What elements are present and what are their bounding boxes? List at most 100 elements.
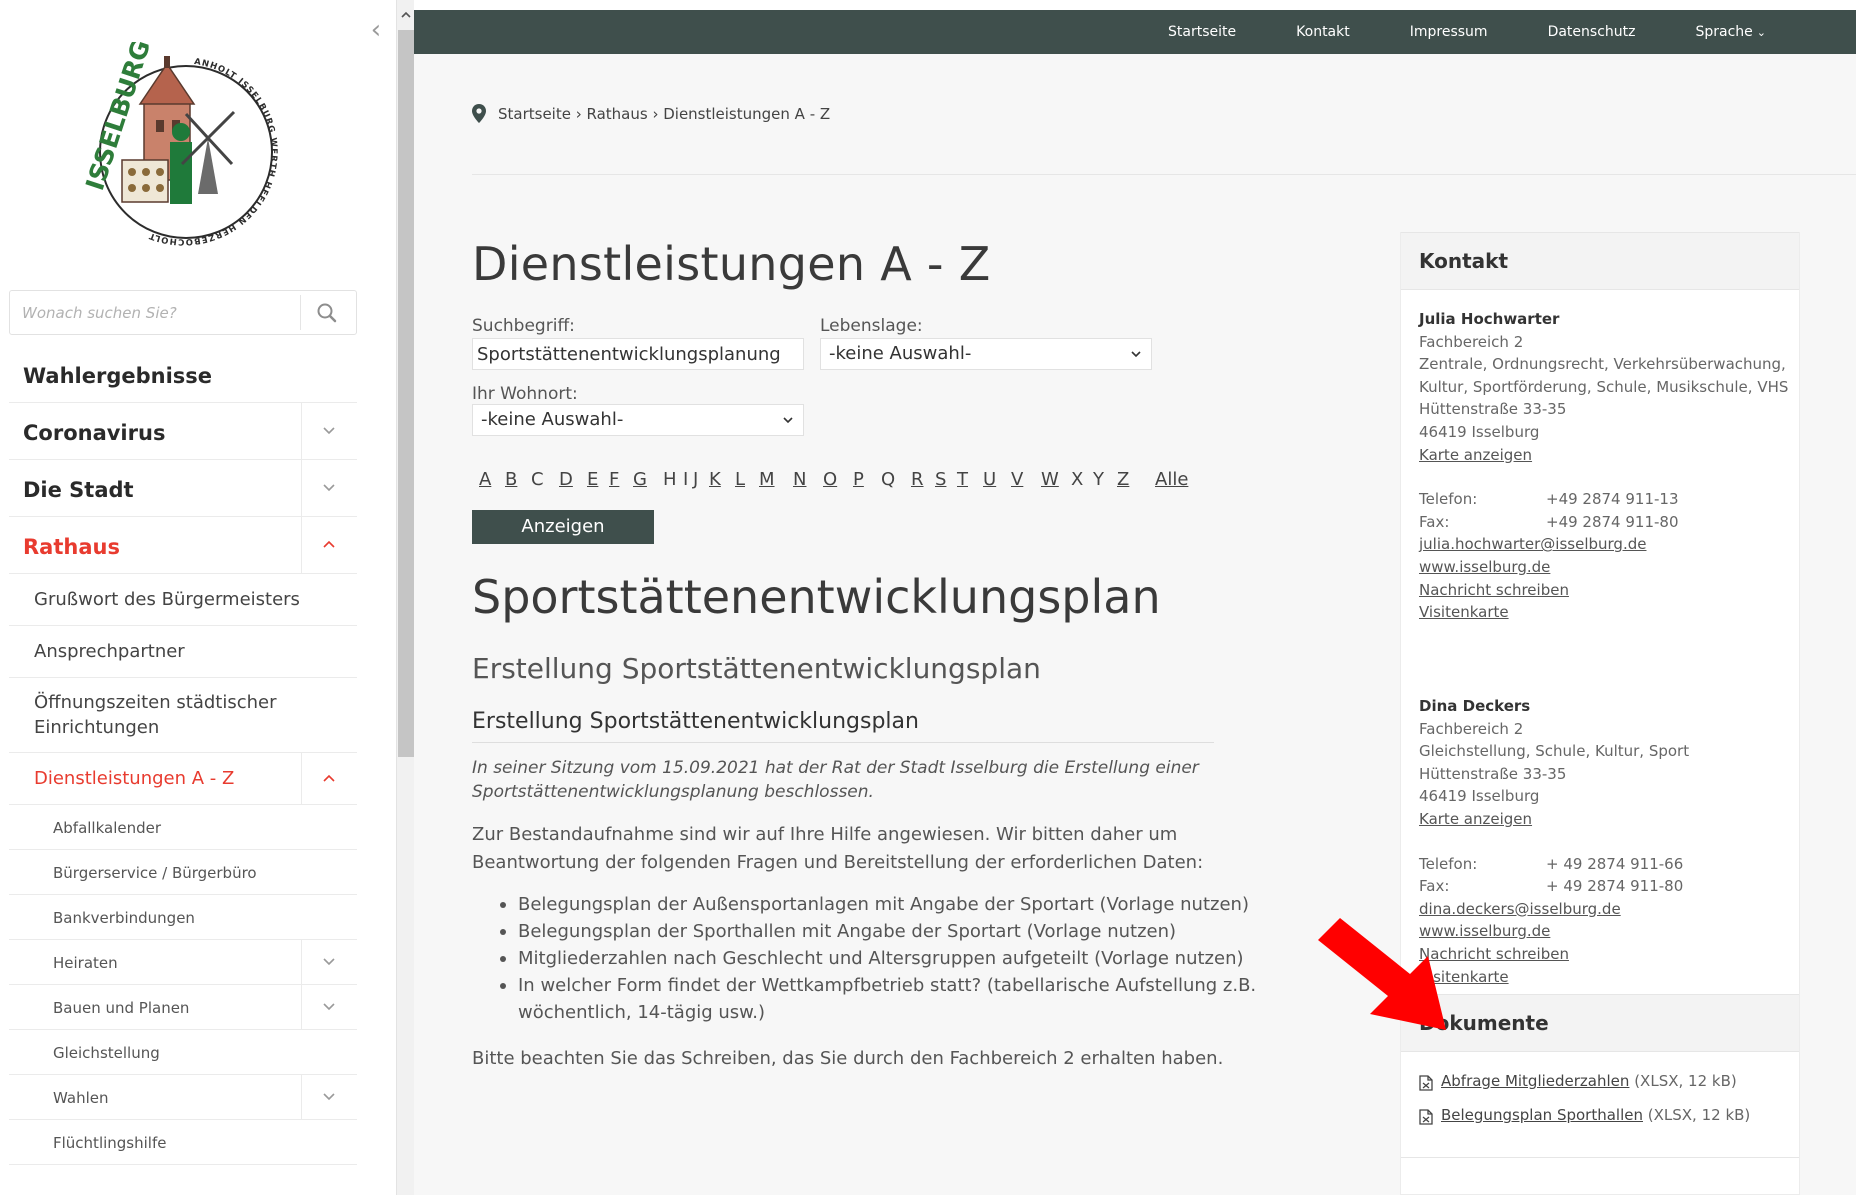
isselburg-logo[interactable]: ANHOLT ISSELBURG WERTH HEELDEN HERZEBOCH… xyxy=(74,42,294,262)
sidebar-item-ansprechpartner[interactable]: Ansprechpartner xyxy=(9,626,357,678)
alphabet-letter-d[interactable]: D xyxy=(559,469,573,490)
search-input[interactable] xyxy=(10,291,300,334)
chevron-down-icon[interactable] xyxy=(301,460,357,516)
document-item: Belegungsplan Sporthallen (XLSX, 12 kB) xyxy=(1419,1106,1789,1140)
alphabet-letter-z[interactable]: Z xyxy=(1117,469,1129,490)
alphabet-letter-v[interactable]: V xyxy=(1011,469,1023,490)
sidebar-search xyxy=(9,290,357,335)
contact-areas: Zentrale, Ordnungsrecht, Verkehrsüberwac… xyxy=(1419,355,1789,396)
vcard-link[interactable]: Visitenkarte xyxy=(1419,966,1789,989)
alphabet-letter-s[interactable]: S xyxy=(935,469,946,490)
alphabet-letter-g[interactable]: G xyxy=(633,469,647,490)
alphabet-letter-m[interactable]: M xyxy=(759,469,775,490)
documents-box-title: Dokumente xyxy=(1401,994,1799,1052)
topnav-impressum[interactable]: Impressum xyxy=(1380,10,1518,54)
chevron-down-icon[interactable] xyxy=(301,403,357,459)
alphabet-letter-w[interactable]: W xyxy=(1041,469,1059,490)
alphabet-letter-o[interactable]: O xyxy=(823,469,837,490)
sidebar-item-bürgerservice-bürgerbüro[interactable]: Bürgerservice / Bürgerbüro xyxy=(9,850,357,895)
alphabet-letter-q: Q xyxy=(881,469,896,490)
service-heading: Erstellung Sportstättenentwicklungsplan xyxy=(472,709,1214,743)
documents-list: Abfrage Mitgliederzahlen (XLSX, 12 kB) B… xyxy=(1419,1072,1789,1140)
sidebar-item-öffnungszeiten-städtischer-einrichtungen[interactable]: Öffnungszeiten städtischer Einrichtungen xyxy=(9,678,357,753)
alphabet-letter-l[interactable]: L xyxy=(735,469,745,490)
website-link[interactable]: www.isselburg.de xyxy=(1419,556,1789,579)
sidebar-item-die-stadt[interactable]: Die Stadt xyxy=(9,460,357,517)
alphabet-letter-n[interactable]: N xyxy=(793,469,806,490)
alphabet-filter: A B C D E F G H I J K L M N O P Q R S T U V W X Y Z Alle xyxy=(479,469,1188,493)
list-item: Mitgliederzahlen nach Geschlecht und Alt… xyxy=(472,945,1302,972)
residence-select[interactable]: -keine Auswahl- xyxy=(472,404,804,436)
chevron-up-icon[interactable] xyxy=(301,517,357,573)
service-bullet-list: Belegungsplan der Außensportanlagen mit … xyxy=(472,891,1302,1026)
email-link[interactable]: dina.deckers@isselburg.de xyxy=(1419,898,1789,921)
document-link[interactable]: Abfrage Mitgliederzahlen xyxy=(1441,1072,1629,1090)
sidebar-item-label: Flüchtlingshilfe xyxy=(53,1134,167,1152)
file-icon xyxy=(1419,1109,1433,1125)
top-navigation-bar: Startseite Kontakt Impressum Datenschutz… xyxy=(414,10,1856,54)
alphabet-letter-b[interactable]: B xyxy=(505,469,517,490)
residence-selected-value: -keine Auswahl- xyxy=(481,409,624,430)
topnav-startseite[interactable]: Startseite xyxy=(1138,10,1266,54)
vcard-link[interactable]: Visitenkarte xyxy=(1419,601,1789,624)
service-subtitle: Erstellung Sportstättenentwicklungsplan xyxy=(472,652,1041,685)
sidebar-scrollbar[interactable] xyxy=(396,0,414,1195)
sidebar-item-bankverbindungen[interactable]: Bankverbindungen xyxy=(9,895,357,940)
alphabet-letter-a[interactable]: A xyxy=(479,469,491,490)
chevron-down-icon[interactable] xyxy=(301,985,357,1029)
sidebar-item-flüchtlingshilfe[interactable]: Flüchtlingshilfe xyxy=(9,1120,357,1165)
chevron-up-icon[interactable] xyxy=(301,753,357,804)
map-link[interactable]: Karte anzeigen xyxy=(1419,808,1789,831)
sidebar-item-label: Öffnungszeiten städtischer Einrichtungen xyxy=(34,692,277,738)
phone-number: +49 2874 911-13 xyxy=(1546,490,1679,509)
chevron-down-icon[interactable] xyxy=(301,1075,357,1119)
alphabet-letter-i: I xyxy=(683,469,689,490)
sidebar-item-dienstleistungen-a-z[interactable]: Dienstleistungen A - Z xyxy=(9,753,357,805)
website-link[interactable]: www.isselburg.de xyxy=(1419,920,1789,943)
situation-select[interactable]: -keine Auswahl- xyxy=(820,338,1152,370)
alphabet-letter-alle[interactable]: Alle xyxy=(1155,469,1188,490)
alphabet-letter-f[interactable]: F xyxy=(609,469,619,490)
sidebar-item-grußwort-des-bürgermeisters[interactable]: Grußwort des Bürgermeisters xyxy=(9,574,357,626)
service-note: Bitte beachten Sie das Schreiben, das Si… xyxy=(472,1048,1224,1069)
alphabet-letter-r[interactable]: R xyxy=(911,469,924,490)
scroll-up-icon[interactable] xyxy=(400,10,412,20)
document-link[interactable]: Belegungsplan Sporthallen xyxy=(1441,1106,1643,1124)
map-link[interactable]: Karte anzeigen xyxy=(1419,444,1789,467)
search-term-input[interactable] xyxy=(472,338,804,370)
email-link[interactable]: julia.hochwarter@isselburg.de xyxy=(1419,533,1789,556)
sidebar-item-wahlen[interactable]: Wahlen xyxy=(9,1075,357,1120)
send-message-link[interactable]: Nachricht schreiben xyxy=(1419,579,1789,602)
sidebar-item-label: Wahlen xyxy=(53,1089,109,1107)
sidebar-item-wahlergebnisse[interactable]: Wahlergebnisse xyxy=(9,346,357,403)
alphabet-letter-p[interactable]: P xyxy=(853,469,864,490)
alphabet-letter-u[interactable]: U xyxy=(983,469,996,490)
show-button[interactable]: Anzeigen xyxy=(472,510,654,544)
service-text: Zur Bestandaufnahme sind wir auf Ihre Hi… xyxy=(472,824,1204,873)
sidebar-item-coronavirus[interactable]: Coronavirus xyxy=(9,403,357,460)
list-item: Belegungsplan der Außensportanlagen mit … xyxy=(472,891,1302,918)
scrollbar-thumb[interactable] xyxy=(398,30,414,757)
sidebar-item-label: Rathaus xyxy=(23,535,120,559)
breadcrumb-path[interactable]: Startseite › Rathaus › Dienstleistungen … xyxy=(498,105,830,123)
topnav-datenschutz[interactable]: Datenschutz xyxy=(1518,10,1666,54)
alphabet-letter-j: J xyxy=(693,469,699,490)
phone-row: Telefon: +49 2874 911-13 xyxy=(1419,488,1789,511)
service-intro: In seiner Sitzung vom 15.09.2021 hat der… xyxy=(472,758,1199,802)
alphabet-letter-t[interactable]: T xyxy=(957,469,968,490)
sidebar-item-rathaus[interactable]: Rathaus xyxy=(9,517,357,574)
send-message-link[interactable]: Nachricht schreiben xyxy=(1419,943,1789,966)
language-dropdown[interactable]: Sprache ⌄ xyxy=(1665,10,1796,54)
left-sidebar: ‹ ANHOLT ISSELBURG WERTH HEELDEN HERZEBO… xyxy=(0,0,396,1195)
chevron-down-icon[interactable] xyxy=(301,940,357,984)
alphabet-letter-k[interactable]: K xyxy=(709,469,721,490)
sidebar-item-heiraten[interactable]: Heiraten xyxy=(9,940,357,985)
sidebar-item-abfallkalender[interactable]: Abfallkalender xyxy=(9,805,357,850)
sidebar-item-bauen-und-planen[interactable]: Bauen und Planen xyxy=(9,985,357,1030)
alphabet-letter-e[interactable]: E xyxy=(587,469,598,490)
collapse-sidebar-button[interactable]: ‹ xyxy=(364,16,388,44)
search-icon[interactable] xyxy=(315,301,341,325)
sidebar-item-gleichstellung[interactable]: Gleichstellung xyxy=(9,1030,357,1075)
sidebar-item-label: Coronavirus xyxy=(23,421,166,445)
topnav-kontakt[interactable]: Kontakt xyxy=(1266,10,1380,54)
